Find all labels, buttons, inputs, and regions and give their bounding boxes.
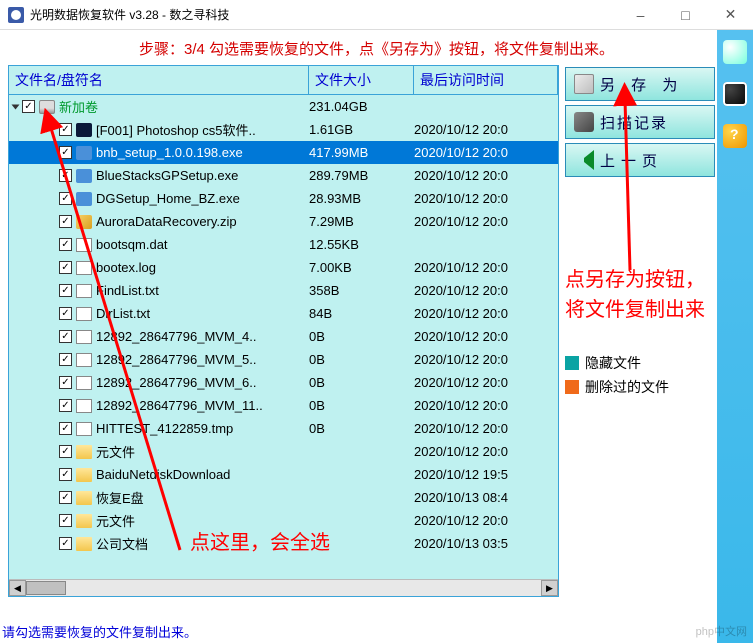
help-icon[interactable] (723, 124, 747, 148)
window-title: 光明数据恢复软件 v3.28 - 数之寻科技 (30, 6, 229, 23)
txt-icon (76, 284, 92, 298)
folder-icon (76, 491, 92, 505)
table-row[interactable]: ✓BaiduNetdiskDownload2020/10/12 19:5 (9, 463, 558, 486)
checkbox[interactable]: ✓ (59, 399, 72, 412)
horizontal-scrollbar[interactable]: ◀ ▶ (9, 579, 558, 596)
txt-icon (76, 261, 92, 275)
table-row[interactable]: ✓公司文档2020/10/13 03:5 (9, 532, 558, 555)
checkbox[interactable]: ✓ (59, 491, 72, 504)
table-row[interactable]: ✓12892_28647796_MVM_4..0B2020/10/12 20:0 (9, 325, 558, 348)
close-button[interactable]: ✕ (708, 0, 753, 30)
table-row[interactable]: ✓bnb_setup_1.0.0.198.exe417.99MB2020/10/… (9, 141, 558, 164)
scroll-left-button[interactable]: ◀ (9, 580, 26, 596)
folder-icon (76, 468, 92, 482)
titlebar: 光明数据恢复软件 v3.28 - 数之寻科技 – □ ✕ (0, 0, 753, 30)
prev-page-label: 上一页 (600, 150, 663, 171)
tmp-icon (76, 422, 92, 436)
camera-icon (574, 112, 594, 132)
exe-icon (76, 192, 92, 206)
save-as-label: 另 存 为 (600, 74, 683, 95)
scroll-right-button[interactable]: ▶ (541, 580, 558, 596)
footer-hint: 请勾选需要恢复的文件复制出来。 (2, 622, 197, 641)
step-text: 步骤：3/4 勾选需要恢复的文件，点《另存为》按钮，将文件复制出来。 (0, 30, 753, 65)
exe-icon (76, 146, 92, 160)
file-list-panel: 文件名/盘符名 文件大小 最后访问时间 ✓新加卷231.04GB✓[F001] … (8, 65, 559, 597)
txt-icon (76, 307, 92, 321)
tmp-icon (76, 376, 92, 390)
qq-icon[interactable] (723, 82, 747, 106)
checkbox[interactable]: ✓ (59, 238, 72, 251)
checkbox[interactable]: ✓ (59, 307, 72, 320)
app-icon (8, 7, 24, 23)
checkbox[interactable]: ✓ (59, 123, 72, 136)
col-name[interactable]: 文件名/盘符名 (9, 66, 309, 94)
table-row[interactable]: ✓12892_28647796_MVM_6..0B2020/10/12 20:0 (9, 371, 558, 394)
globe-icon[interactable] (723, 40, 747, 64)
table-row[interactable]: ✓12892_28647796_MVM_11..0B2020/10/12 20:… (9, 394, 558, 417)
hidden-swatch (565, 356, 579, 370)
table-row[interactable]: ✓12892_28647796_MVM_5..0B2020/10/12 20:0 (9, 348, 558, 371)
table-row[interactable]: ✓[F001] Photoshop cs5软件..1.61GB2020/10/1… (9, 118, 558, 141)
col-atime[interactable]: 最后访问时间 (414, 66, 558, 94)
disk-icon (574, 74, 594, 94)
table-row[interactable]: ✓元文件2020/10/12 20:0 (9, 440, 558, 463)
folder-icon (76, 514, 92, 528)
checkbox[interactable]: ✓ (59, 330, 72, 343)
table-row[interactable]: ✓FindList.txt358B2020/10/12 20:0 (9, 279, 558, 302)
checkbox[interactable]: ✓ (59, 169, 72, 182)
dat-icon (76, 238, 92, 252)
checkbox[interactable]: ✓ (59, 422, 72, 435)
table-row[interactable]: ✓bootex.log7.00KB2020/10/12 20:0 (9, 256, 558, 279)
checkbox[interactable]: ✓ (59, 537, 72, 550)
checkbox[interactable]: ✓ (59, 445, 72, 458)
checkbox[interactable]: ✓ (59, 192, 72, 205)
legend: 隐藏文件 删除过的文件 (565, 349, 715, 401)
annotation-saveas: 点另存为按钮，将文件复制出来 (565, 265, 715, 325)
zip-icon (76, 215, 92, 229)
prev-page-button[interactable]: 上一页 (565, 143, 715, 177)
drive-icon (39, 100, 55, 114)
table-row[interactable]: ✓元文件2020/10/12 20:0 (9, 509, 558, 532)
table-row[interactable]: ✓HITTEST_4122859.tmp0B2020/10/12 20:0 (9, 417, 558, 440)
right-dock (717, 30, 753, 643)
table-row[interactable]: ✓恢复E盘2020/10/13 08:4 (9, 486, 558, 509)
checkbox[interactable]: ✓ (59, 468, 72, 481)
checkbox[interactable]: ✓ (59, 146, 72, 159)
table-row[interactable]: ✓新加卷231.04GB (9, 95, 558, 118)
folder-icon (76, 445, 92, 459)
file-rows[interactable]: ✓新加卷231.04GB✓[F001] Photoshop cs5软件..1.6… (9, 95, 558, 573)
checkbox[interactable]: ✓ (59, 376, 72, 389)
table-row[interactable]: ✓DirList.txt84B2020/10/12 20:0 (9, 302, 558, 325)
checkbox[interactable]: ✓ (59, 215, 72, 228)
tmp-icon (76, 353, 92, 367)
checkbox[interactable]: ✓ (22, 100, 35, 113)
checkbox[interactable]: ✓ (59, 284, 72, 297)
tmp-icon (76, 399, 92, 413)
table-row[interactable]: ✓bootsqm.dat12.55KB (9, 233, 558, 256)
col-size[interactable]: 文件大小 (309, 66, 414, 94)
exe-icon (76, 169, 92, 183)
ps-icon (76, 123, 92, 137)
folder-icon (76, 537, 92, 551)
checkbox[interactable]: ✓ (59, 514, 72, 527)
tmp-icon (76, 330, 92, 344)
action-panel: 另 存 为 扫描记录 上一页 点另存为按钮，将文件复制出来 隐藏文件 删除过的文… (565, 65, 715, 597)
arrow-left-icon (574, 150, 594, 170)
table-row[interactable]: ✓AuroraDataRecovery.zip7.29MB2020/10/12 … (9, 210, 558, 233)
watermark: php中文网 (696, 623, 747, 639)
table-row[interactable]: ✓DGSetup_Home_BZ.exe28.93MB2020/10/12 20… (9, 187, 558, 210)
deleted-swatch (565, 380, 579, 394)
table-header: 文件名/盘符名 文件大小 最后访问时间 (9, 66, 558, 95)
table-row[interactable]: ✓BlueStacksGPSetup.exe289.79MB2020/10/12… (9, 164, 558, 187)
scan-log-button[interactable]: 扫描记录 (565, 105, 715, 139)
content-area: 步骤：3/4 勾选需要恢复的文件，点《另存为》按钮，将文件复制出来。 文件名/盘… (0, 30, 753, 643)
minimize-button[interactable]: – (618, 0, 663, 30)
checkbox[interactable]: ✓ (59, 353, 72, 366)
scan-log-label: 扫描记录 (600, 112, 668, 133)
checkbox[interactable]: ✓ (59, 261, 72, 274)
save-as-button[interactable]: 另 存 为 (565, 67, 715, 101)
maximize-button[interactable]: □ (663, 0, 708, 30)
